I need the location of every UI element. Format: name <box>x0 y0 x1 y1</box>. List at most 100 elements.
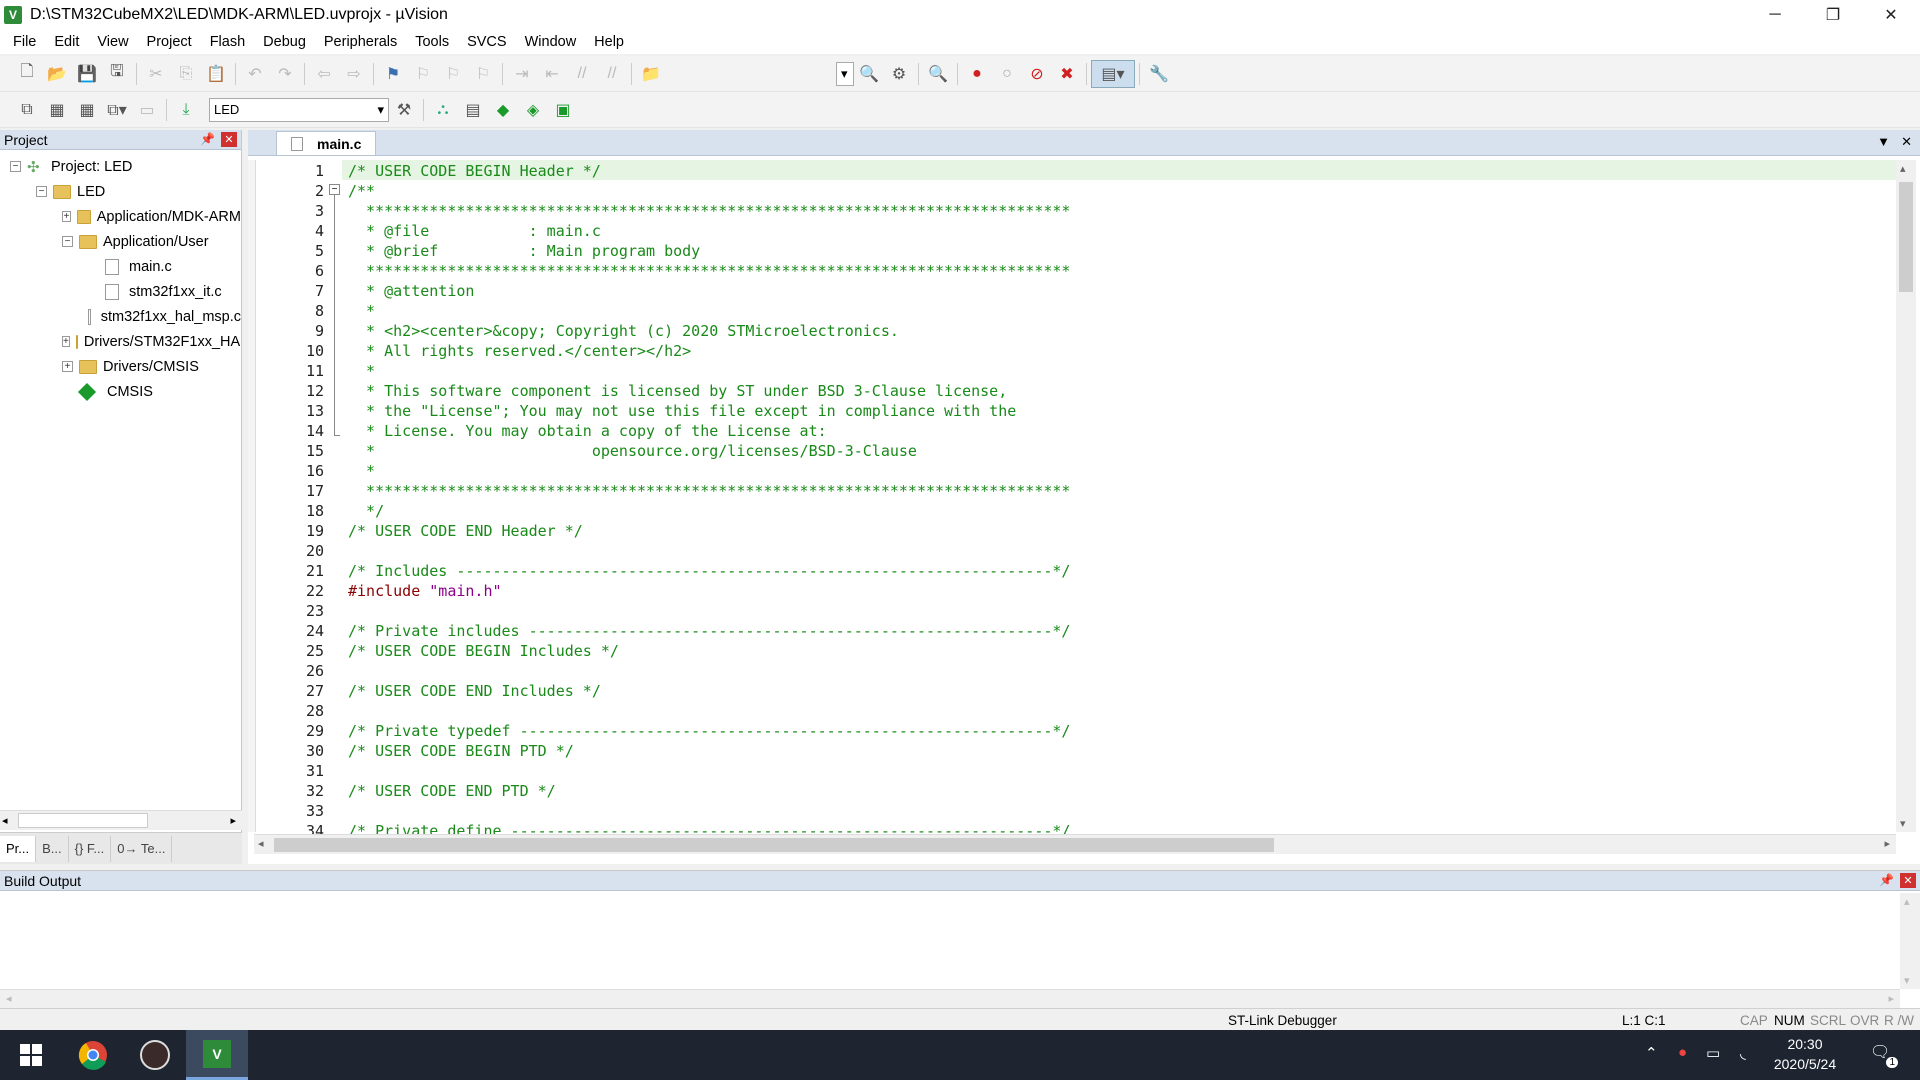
menu-peripherals[interactable]: Peripherals <box>315 34 406 50</box>
open-file-icon[interactable]: 📂 <box>42 60 72 88</box>
undo-icon[interactable]: ↶ <box>240 60 270 88</box>
build-hscrollbar[interactable]: ◂ ▸ <box>0 989 1900 1009</box>
expand-icon[interactable]: + <box>62 361 73 372</box>
menu-file[interactable]: File <box>4 34 45 50</box>
code-line[interactable]: /* Private includes --------------------… <box>348 622 1070 640</box>
comment-icon[interactable]: // <box>567 60 597 88</box>
code-line[interactable]: */ <box>348 502 384 520</box>
find-in-files-icon[interactable]: 📁 <box>636 60 666 88</box>
find-icon[interactable]: 🔍 <box>854 60 884 88</box>
wifi-icon[interactable]: ◟ <box>1740 1044 1746 1062</box>
window-layout-icon[interactable]: ▤▾ <box>1091 59 1135 88</box>
tree-item[interactable]: − LED <box>0 179 241 204</box>
tab-functions[interactable]: {} F... <box>69 835 112 862</box>
tab-templates[interactable]: 0→ Te... <box>111 835 173 862</box>
unindent-icon[interactable]: ⇤ <box>537 60 567 88</box>
target-options-icon[interactable]: ⚒ <box>389 96 419 124</box>
menu-flash[interactable]: Flash <box>201 34 254 50</box>
code-line[interactable]: * <box>348 462 375 480</box>
fold-collapse-icon[interactable]: − <box>329 184 340 195</box>
breakpoint-icon[interactable]: ● <box>962 60 992 88</box>
configure-icon[interactable]: 🔧 <box>1144 60 1174 88</box>
code-line[interactable]: * @brief : Main program body <box>348 242 700 260</box>
manage-project-items-icon[interactable]: ⛬ <box>428 96 458 124</box>
code-line[interactable]: * <box>348 362 375 380</box>
collapse-icon[interactable]: − <box>62 236 73 247</box>
collapse-icon[interactable]: − <box>36 186 47 197</box>
code-line[interactable]: * <box>348 302 375 320</box>
code-line[interactable]: /* USER CODE BEGIN PTD */ <box>348 742 574 760</box>
code-line[interactable]: /* Private typedef ---------------------… <box>348 722 1070 740</box>
tray-clock[interactable]: 20:30 2020/5/24 <box>1770 1034 1840 1074</box>
clear-bookmarks-icon[interactable]: ⚐ <box>468 60 498 88</box>
tree-item[interactable]: CMSIS <box>0 379 241 404</box>
battery-icon[interactable]: ▭ <box>1706 1044 1720 1062</box>
restore-button[interactable]: ❐ <box>1804 0 1862 30</box>
select-packs-icon[interactable]: ▤ <box>458 96 488 124</box>
tree-item[interactable]: + Drivers/CMSIS <box>0 354 241 379</box>
pin-icon[interactable]: 📌 <box>1879 873 1894 887</box>
avatar-app-icon[interactable] <box>124 1030 186 1080</box>
code-line[interactable]: /* USER CODE BEGIN Header */ <box>348 162 601 180</box>
close-panel-icon[interactable]: ✕ <box>1900 873 1916 888</box>
indent-icon[interactable]: ⇥ <box>507 60 537 88</box>
code-line[interactable]: * <h2><center>&copy; Copyright (c) 2020 … <box>348 322 899 340</box>
minimize-button[interactable]: ─ <box>1746 0 1804 30</box>
debug-session-icon[interactable]: 🔍 <box>923 60 953 88</box>
code-line[interactable]: /* USER CODE BEGIN Includes */ <box>348 642 619 660</box>
qq-icon[interactable]: ● <box>1678 1044 1687 1061</box>
tree-item[interactable]: + Application/MDK-ARM <box>0 204 241 229</box>
menu-svcs[interactable]: SVCS <box>458 34 516 50</box>
tab-books[interactable]: B... <box>36 835 69 862</box>
tree-item[interactable]: + Drivers/STM32F1xx_HAL_Driver <box>0 329 241 354</box>
redo-icon[interactable]: ↷ <box>270 60 300 88</box>
code-line[interactable]: /* USER CODE END Includes */ <box>348 682 601 700</box>
target-select[interactable]: LED ▾ <box>209 97 389 122</box>
chrome-icon[interactable] <box>62 1030 124 1080</box>
code-line[interactable]: * This software component is licensed by… <box>348 382 1007 400</box>
menu-debug[interactable]: Debug <box>254 34 315 50</box>
tab-list-icon[interactable]: ▼ <box>1877 134 1890 149</box>
run-time-environment-icon[interactable]: ◆ <box>488 96 518 124</box>
menu-help[interactable]: Help <box>585 34 633 50</box>
software-packs-icon[interactable]: ▣ <box>548 96 578 124</box>
notification-icon[interactable]: 🗨 1 <box>1870 1042 1898 1068</box>
code-line[interactable]: * opensource.org/licenses/BSD-3-Clause <box>348 442 917 460</box>
bookmark-icon[interactable]: ⚑ <box>378 60 408 88</box>
close-button[interactable]: ✕ <box>1862 0 1920 30</box>
editor-vscrollbar[interactable]: ▴ ▾ <box>1896 160 1916 832</box>
code-line[interactable]: * @attention <box>348 282 474 300</box>
code-line[interactable]: * All rights reserved.</center></h2> <box>348 342 691 360</box>
code-line[interactable]: * @file : main.c <box>348 222 601 240</box>
new-file-icon[interactable]: 🗋 <box>12 60 42 88</box>
code-line[interactable]: #include "main.h" <box>348 582 502 600</box>
tray-overflow-icon[interactable]: ⌃ <box>1645 1044 1658 1062</box>
save-icon[interactable]: 💾 <box>72 60 102 88</box>
kill-breakpoints-icon[interactable]: ✖ <box>1052 60 1082 88</box>
find-combo-dropdown[interactable]: ▾ <box>836 61 854 86</box>
menu-view[interactable]: View <box>88 34 137 50</box>
pack-installer-icon[interactable]: ◈ <box>518 96 548 124</box>
start-button[interactable] <box>0 1030 62 1080</box>
code-line[interactable]: ****************************************… <box>348 202 1070 220</box>
code-line[interactable]: /** <box>348 182 375 200</box>
pin-icon[interactable]: 📌 <box>200 132 215 146</box>
code-line[interactable]: /* USER CODE END PTD */ <box>348 782 556 800</box>
build-vscrollbar[interactable]: ▴ ▾ <box>1900 893 1920 989</box>
collapse-icon[interactable]: − <box>10 161 21 172</box>
cut-icon[interactable]: ✂ <box>141 60 171 88</box>
uncomment-icon[interactable]: // <box>597 60 627 88</box>
nav-forward-icon[interactable]: ⇨ <box>339 60 369 88</box>
build-icon[interactable]: ▦ <box>42 96 72 124</box>
disable-all-breakpoints-icon[interactable]: ⊘ <box>1022 60 1052 88</box>
menu-tools[interactable]: Tools <box>406 34 458 50</box>
download-icon[interactable]: ⤓ <box>171 96 201 124</box>
expand-icon[interactable]: + <box>62 211 71 222</box>
code-line[interactable]: /* Includes ----------------------------… <box>348 562 1070 580</box>
tree-item[interactable]: main.c <box>0 254 241 279</box>
rebuild-icon[interactable]: ▦ <box>72 96 102 124</box>
code-line[interactable]: * License. You may obtain a copy of the … <box>348 422 827 440</box>
code-line[interactable]: /* USER CODE END Header */ <box>348 522 583 540</box>
code-line[interactable]: * the "License"; You may not use this fi… <box>348 402 1016 420</box>
close-panel-icon[interactable]: ✕ <box>221 132 237 147</box>
